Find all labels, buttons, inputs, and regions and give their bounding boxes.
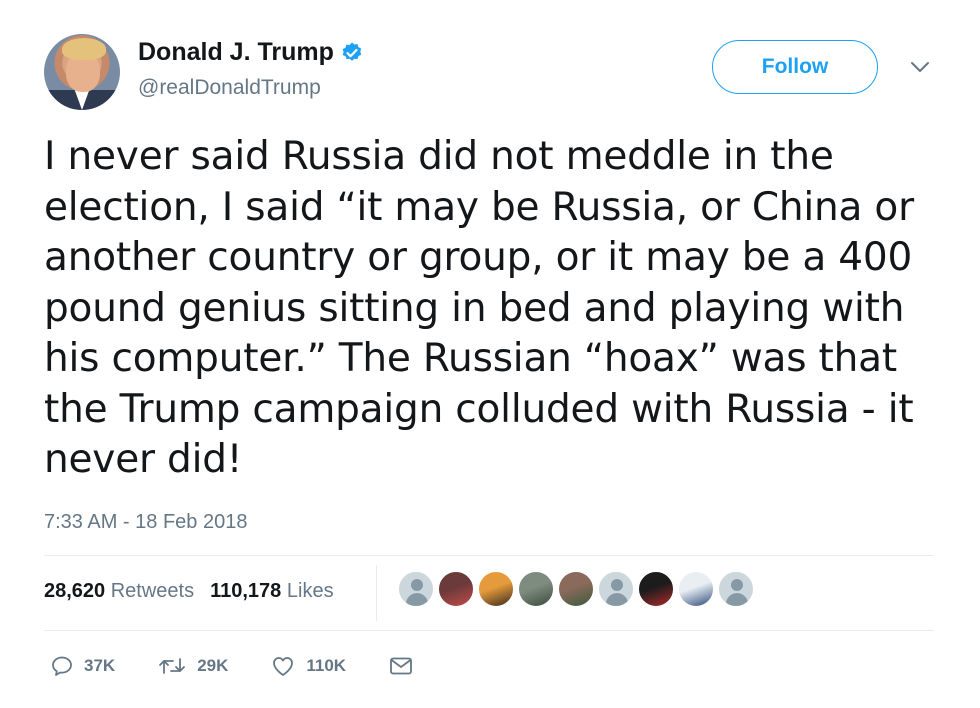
liker-avatar[interactable]: [718, 571, 754, 607]
retweets-stat[interactable]: 28,620 Retweets: [44, 580, 194, 603]
liker-avatar[interactable]: [438, 571, 474, 607]
tweet-stats: 28,620 Retweets 110,178 Likes: [44, 580, 334, 603]
reply-button[interactable]: 37K: [50, 654, 115, 678]
author-name-row[interactable]: Donald J. Trump: [138, 38, 364, 67]
liker-avatar[interactable]: [598, 571, 634, 607]
chevron-down-icon[interactable]: [908, 58, 932, 76]
retweet-count: 29K: [197, 656, 229, 675]
retweet-icon: [159, 658, 186, 674]
tweet-actions: 37K 29K 110K: [50, 654, 414, 678]
reply-count: 37K: [84, 656, 116, 675]
verified-badge-icon: [342, 42, 362, 61]
liker-avatar[interactable]: [558, 571, 594, 607]
direct-message-button[interactable]: [388, 654, 414, 678]
tweet-timestamp[interactable]: 7:33 AM - 18 Feb 2018: [44, 511, 247, 534]
likes-label: Likes: [286, 580, 334, 602]
retweets-label: Retweets: [110, 580, 195, 602]
liker-avatar[interactable]: [478, 571, 514, 607]
like-count: 110K: [306, 656, 347, 675]
stats-divider: [376, 565, 377, 621]
divider: [44, 555, 934, 556]
like-button[interactable]: 110K: [270, 654, 346, 678]
liker-avatar[interactable]: [398, 571, 434, 607]
tweet-card: Donald J. Trump @realDonaldTrump Follow …: [0, 0, 980, 708]
retweets-count: 28,620: [44, 580, 106, 602]
tweet-text: I never said Russia did not meddle in th…: [44, 134, 914, 482]
likes-count: 110,178: [210, 580, 282, 602]
divider: [44, 630, 934, 631]
author-avatar[interactable]: [44, 34, 120, 110]
envelope-icon: [390, 657, 412, 675]
liker-avatar[interactable]: [518, 571, 554, 607]
heart-icon: [273, 657, 294, 676]
retweet-button[interactable]: 29K: [157, 654, 228, 678]
liker-avatar[interactable]: [678, 571, 714, 607]
author-display-name[interactable]: Donald J. Trump: [138, 38, 334, 67]
liker-avatars: [398, 571, 754, 607]
liker-avatar[interactable]: [638, 571, 674, 607]
author-handle[interactable]: @realDonaldTrump: [138, 76, 321, 100]
likes-stat[interactable]: 110,178 Likes: [210, 580, 333, 603]
follow-button[interactable]: Follow: [712, 40, 878, 94]
reply-icon: [52, 656, 72, 676]
